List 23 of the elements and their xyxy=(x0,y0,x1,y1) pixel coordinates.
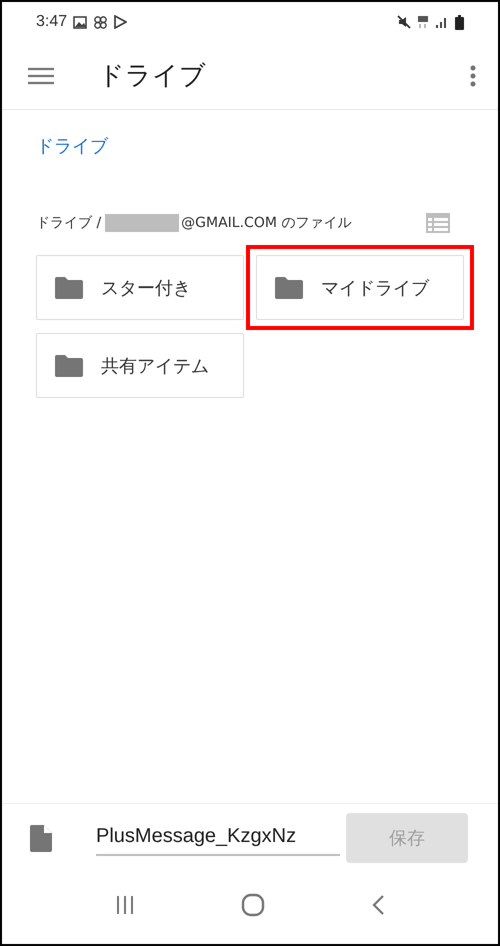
more-options-button[interactable] xyxy=(470,64,476,86)
file-icon xyxy=(30,824,52,852)
menu-button[interactable] xyxy=(28,66,54,84)
folder-icon xyxy=(55,354,83,376)
toolbar-title: ドライブ xyxy=(98,60,207,93)
home-button[interactable] xyxy=(241,893,265,917)
fan-icon xyxy=(93,14,108,30)
location-link[interactable]: ドライブ xyxy=(36,134,108,158)
recent-apps-button[interactable] xyxy=(115,895,135,915)
mute-icon xyxy=(397,15,411,29)
breadcrumb-text: @GMAIL.COM のファイル xyxy=(181,214,352,232)
folder-card[interactable]: スター付き xyxy=(36,255,244,320)
signal-icon xyxy=(435,15,449,29)
folder-icon xyxy=(275,276,303,298)
status-time: 3:47 xyxy=(36,13,68,31)
breadcrumb-text: ドライブ / xyxy=(36,214,102,232)
folder-card[interactable]: 共有アイテム xyxy=(36,333,244,398)
image-icon xyxy=(73,16,88,28)
play-store-icon xyxy=(114,15,128,29)
folder-card[interactable]: マイドライブ xyxy=(256,255,464,320)
battery-icon xyxy=(455,14,464,30)
folder-icon xyxy=(55,276,83,298)
back-button[interactable] xyxy=(371,894,385,916)
